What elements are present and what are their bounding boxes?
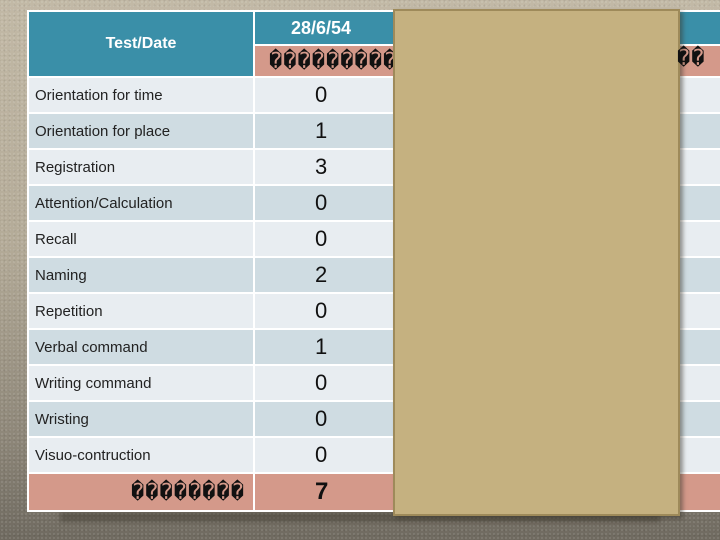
- row-label: Recall: [29, 222, 253, 256]
- header-test-date: Test/Date: [29, 12, 253, 76]
- overlay-panel: [393, 9, 680, 516]
- row-label: Naming: [29, 258, 253, 292]
- row-label: Orientation for place: [29, 114, 253, 148]
- row-label: Writing command: [29, 366, 253, 400]
- row-label: Visuo-contruction: [29, 438, 253, 472]
- row-label: Orientation for time: [29, 78, 253, 112]
- total-label: ��������: [29, 474, 253, 510]
- row-label: Registration: [29, 150, 253, 184]
- row-label: Repetition: [29, 294, 253, 328]
- row-label: Wristing: [29, 402, 253, 436]
- header-subtitle-overflow: ��: [677, 46, 706, 71]
- row-label: Attention/Calculation: [29, 186, 253, 220]
- row-label: Verbal command: [29, 330, 253, 364]
